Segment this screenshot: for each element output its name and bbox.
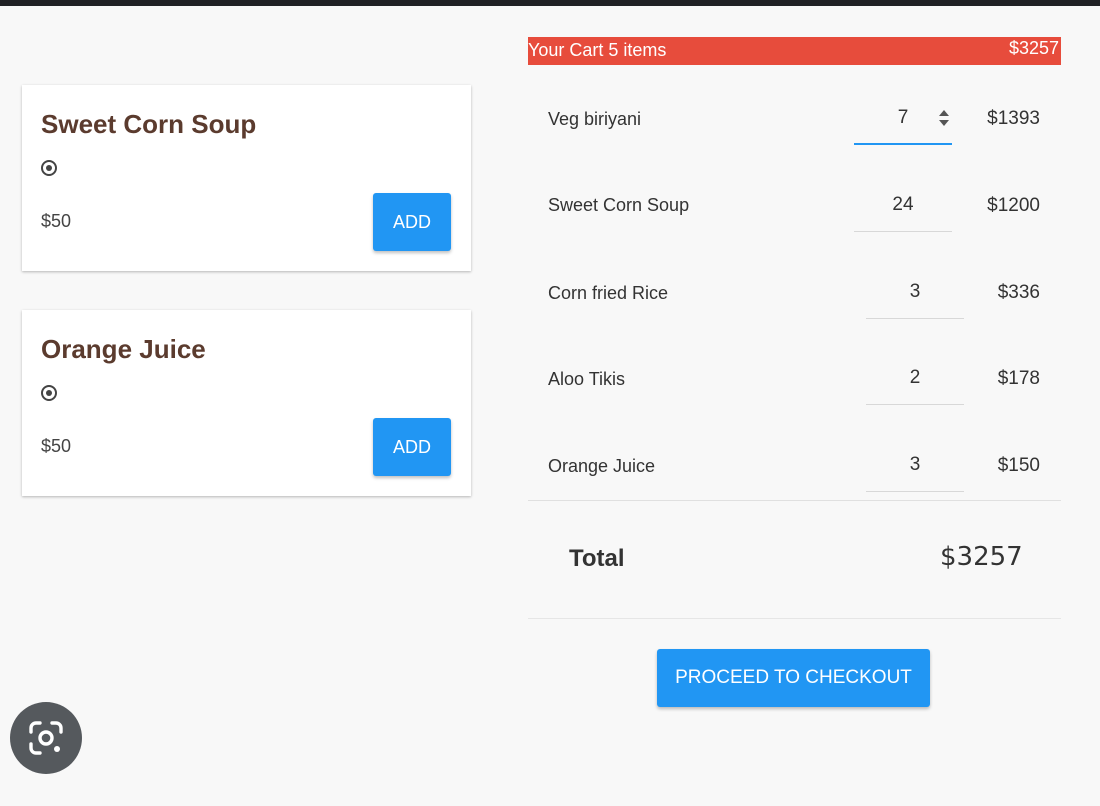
cart-header: Your Cart 5 items $3257 — [528, 37, 1061, 65]
cart-item-price: $150 — [997, 455, 1040, 476]
quantity-input[interactable]: 7 — [854, 99, 952, 145]
product-card-sweet-corn-soup: Sweet Corn Soup $50 ADD — [22, 85, 471, 271]
cart-item-price: $1200 — [987, 195, 1040, 216]
product-price: $50 — [41, 211, 72, 231]
cart-item-name: Orange Juice — [548, 456, 656, 476]
lens-camera-icon — [29, 721, 63, 755]
quantity-value: 3 — [909, 281, 921, 302]
cart-row: Corn fried Rice 3 $336 — [528, 249, 1061, 335]
quantity-input[interactable]: 24 — [854, 186, 952, 232]
cart-item-count: Your Cart 5 items — [528, 40, 667, 60]
cart-row: Veg biriyani 7 $1393 — [528, 75, 1061, 161]
quantity-value: 24 — [892, 194, 914, 215]
add-button[interactable]: ADD — [373, 418, 451, 476]
add-button[interactable]: ADD — [373, 193, 451, 251]
divider — [528, 618, 1061, 619]
quantity-input[interactable]: 3 — [866, 446, 964, 492]
product-card-orange-juice: Orange Juice $50 ADD — [22, 310, 471, 496]
top-strip — [0, 0, 1100, 6]
total-value: $3257 — [940, 542, 1023, 572]
cart-item-price: $336 — [997, 282, 1040, 303]
checkout-button[interactable]: PROCEED TO CHECKOUT — [657, 649, 930, 707]
product-price: $50 — [41, 436, 72, 456]
cart-row: Orange Juice 3 $150 — [528, 422, 1061, 508]
cart-item-price: $178 — [997, 368, 1040, 389]
cart-item-name: Sweet Corn Soup — [548, 195, 690, 215]
quantity-input[interactable]: 3 — [866, 273, 964, 319]
spinner-arrows-icon[interactable] — [936, 109, 950, 129]
cart-item-name: Aloo Tikis — [548, 369, 626, 389]
cart-row: Sweet Corn Soup 24 $1200 — [528, 162, 1061, 248]
quantity-value: 3 — [909, 454, 921, 475]
cart-header-total: $3257 — [1008, 38, 1059, 58]
veg-indicator-icon — [41, 385, 57, 401]
product-title: Sweet Corn Soup — [41, 109, 257, 139]
cart-row: Aloo Tikis 2 $178 — [528, 335, 1061, 421]
lens-button[interactable] — [10, 702, 82, 774]
cart-item-price: $1393 — [987, 108, 1040, 129]
divider — [528, 500, 1061, 501]
total-label: Total — [569, 545, 625, 572]
quantity-value: 2 — [909, 367, 921, 388]
cart-item-name: Corn fried Rice — [548, 283, 669, 303]
quantity-input[interactable]: 2 — [866, 359, 964, 405]
cart-item-name: Veg biriyani — [548, 109, 642, 129]
veg-indicator-icon — [41, 160, 57, 176]
product-title: Orange Juice — [41, 334, 206, 364]
